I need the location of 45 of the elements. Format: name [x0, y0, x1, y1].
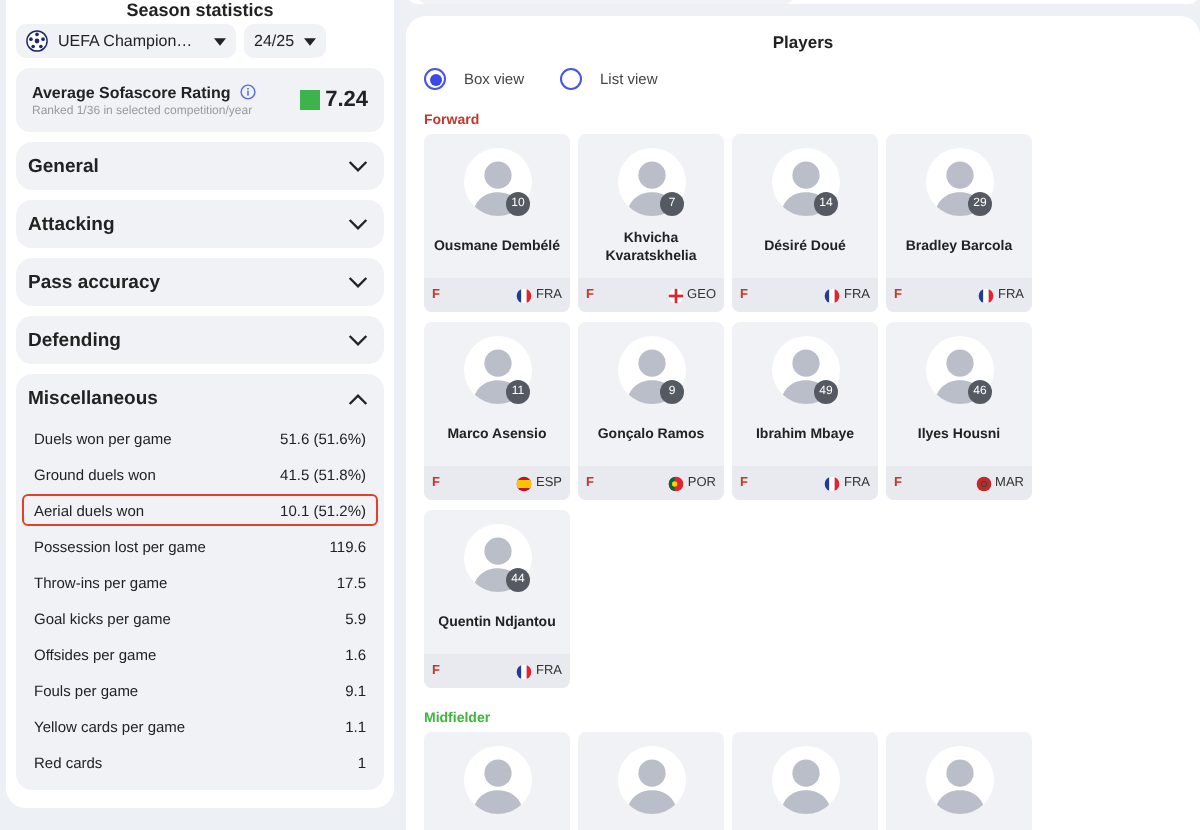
info-icon[interactable] — [240, 84, 257, 100]
rating-label: Average Sofascore Rating — [32, 83, 231, 101]
section-title: General — [28, 155, 99, 177]
flag-icon — [975, 475, 992, 491]
flag-icon — [667, 475, 684, 491]
flag-icon — [516, 663, 532, 679]
avatar-icon — [925, 746, 993, 814]
avatar-icon — [463, 524, 531, 592]
caret-icon — [304, 37, 317, 45]
competition-label: UEFA Champion… — [58, 32, 195, 50]
avatar-icon — [925, 336, 993, 404]
section-header[interactable]: Defending — [16, 316, 384, 364]
avatar-icon — [617, 746, 685, 814]
flag-icon — [978, 287, 994, 303]
section-header[interactable]: General — [16, 142, 384, 190]
avatar-icon — [463, 746, 531, 814]
avatar-icon — [925, 148, 993, 216]
star-ball-icon — [26, 30, 48, 52]
section-header[interactable]: Miscellaneous — [16, 374, 384, 422]
section-title: Pass accuracy — [28, 271, 161, 293]
avatar-icon — [771, 148, 839, 216]
section-header[interactable]: Attacking — [16, 200, 384, 248]
avatar-icon — [771, 746, 839, 814]
season-dropdown[interactable]: 24/25 — [244, 24, 327, 58]
section-header[interactable]: Pass accuracy — [16, 258, 384, 306]
avatar-icon — [463, 148, 531, 216]
flag-icon — [515, 475, 532, 491]
avatar-icon — [771, 336, 839, 404]
section-title: Defending — [28, 329, 121, 351]
avatar-icon — [617, 336, 685, 404]
flag-icon — [824, 287, 840, 303]
flag-icon — [516, 287, 532, 303]
rating-value: 7.24 — [325, 88, 368, 112]
flag-icon — [667, 287, 684, 303]
rating-square-icon — [299, 90, 320, 110]
flag-icon — [824, 475, 840, 491]
avatar-icon — [463, 336, 531, 404]
avatar-icon — [617, 148, 685, 216]
panel-title: Season statistics — [124, 0, 276, 20]
panel-title: Players — [770, 32, 836, 52]
season-label: 24/25 — [254, 32, 295, 50]
competition-dropdown[interactable]: UEFA Champion… — [16, 24, 236, 58]
caret-icon — [214, 37, 226, 45]
section-title: Attacking — [28, 213, 115, 235]
section-title: Miscellaneous — [28, 387, 158, 409]
